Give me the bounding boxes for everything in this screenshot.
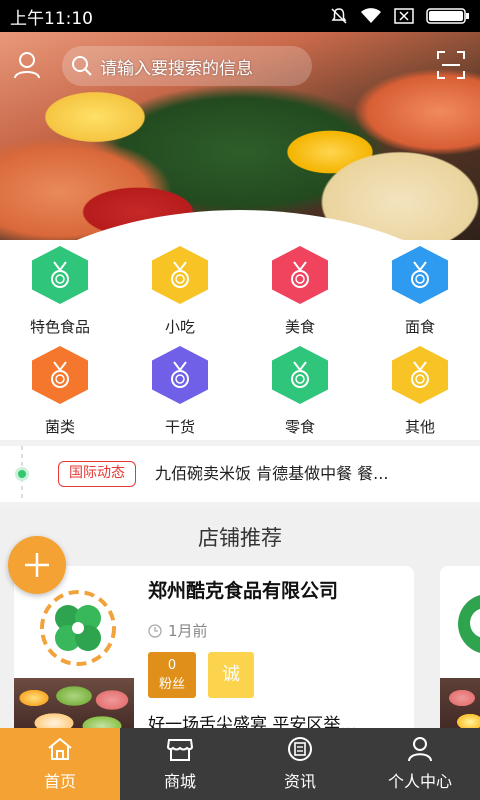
- add-button[interactable]: [8, 536, 66, 594]
- shop-icon: [166, 739, 194, 761]
- category-item[interactable]: 特色食品: [0, 240, 120, 340]
- sim-icon: [394, 8, 414, 24]
- medal-icon: [392, 246, 448, 304]
- bottom-nav: 首页 商城 资讯 个人中心: [0, 728, 480, 800]
- shop-card-partial[interactable]: [440, 566, 480, 728]
- shop-name: 郑州酷克食品有限公司: [148, 580, 339, 602]
- shop-time: 1月前: [148, 620, 208, 641]
- search-icon: [72, 56, 92, 76]
- user-icon[interactable]: [12, 50, 42, 80]
- nav-shop[interactable]: 商城: [120, 728, 240, 800]
- shop-photo: [14, 678, 134, 728]
- scan-icon[interactable]: [436, 50, 466, 80]
- nav-profile-label: 个人中心: [387, 772, 452, 791]
- clock-icon: [148, 623, 162, 638]
- news-ticker[interactable]: 国际动态 九佰碗卖米饭 肯德基做中餐 餐...: [0, 446, 480, 502]
- battery-icon: [426, 8, 469, 24]
- wifi-icon: [361, 8, 381, 23]
- category-label: 小吃: [164, 318, 195, 336]
- nav-profile[interactable]: 个人中心: [360, 728, 480, 800]
- top-bar: 请输入要搜索的信息: [0, 40, 480, 92]
- news-headline[interactable]: 九佰碗卖米饭 肯德基做中餐 餐...: [155, 460, 465, 484]
- medal-icon: [152, 246, 208, 304]
- fans-badge: 0 粉丝: [148, 652, 196, 698]
- section-title: 店铺推荐: [198, 526, 282, 550]
- medal-icon: [392, 346, 448, 404]
- medal-icon: [32, 246, 88, 304]
- fans-count: 0: [167, 658, 177, 673]
- category-item[interactable]: 其他: [360, 340, 480, 440]
- nav-home[interactable]: 首页: [0, 728, 120, 800]
- category-grid: 特色食品 小吃 美食 面食 菌类 干货 零食 其他: [0, 240, 480, 440]
- medal-icon: [32, 346, 88, 404]
- category-item[interactable]: 面食: [360, 240, 480, 340]
- search-input[interactable]: 请输入要搜索的信息: [62, 46, 312, 86]
- medal-icon: [152, 346, 208, 404]
- medal-icon: [272, 346, 328, 404]
- category-item[interactable]: 美食: [240, 240, 360, 340]
- category-label: 零食: [284, 418, 315, 436]
- timeline-dot: [15, 467, 29, 481]
- category-label: 其他: [404, 418, 435, 436]
- shop-photo: [440, 678, 480, 728]
- shop-card[interactable]: 郑州酷克食品有限公司 1月前 0 粉丝 诚 好一场舌尖盛宴 平安区举...: [14, 566, 414, 728]
- status-bar: 上午11:10: [0, 0, 480, 32]
- nav-news[interactable]: 资讯: [240, 728, 360, 800]
- category-item[interactable]: 菌类: [0, 340, 120, 440]
- category-label: 干货: [164, 418, 195, 436]
- category-item[interactable]: 小吃: [120, 240, 240, 340]
- category-label: 菌类: [44, 418, 75, 436]
- news-tag: 国际动态: [58, 461, 136, 487]
- person-icon: [408, 737, 432, 762]
- mute-icon: [331, 8, 347, 24]
- fans-label: 粉丝: [158, 677, 185, 692]
- shop-time-text: 1月前: [168, 622, 208, 640]
- home-icon: [48, 737, 72, 760]
- nav-home-label: 首页: [43, 772, 76, 791]
- nav-news-label: 资讯: [283, 772, 316, 791]
- category-item[interactable]: 零食: [240, 340, 360, 440]
- plus-icon: [25, 553, 49, 577]
- news-icon: [288, 737, 312, 761]
- shop-logo: [458, 594, 480, 654]
- integrity-badge: 诚: [208, 652, 254, 698]
- status-time: 上午11:10: [10, 8, 93, 29]
- search-placeholder: 请输入要搜索的信息: [100, 58, 253, 79]
- nav-shop-label: 商城: [163, 772, 196, 791]
- category-label: 面食: [404, 318, 435, 336]
- category-item[interactable]: 干货: [120, 340, 240, 440]
- category-label: 特色食品: [29, 318, 90, 336]
- medal-icon: [272, 246, 328, 304]
- category-label: 美食: [284, 318, 315, 336]
- shop-description: 好一场舌尖盛宴 平安区举...: [148, 715, 357, 728]
- shop-section: 店铺推荐 郑州酷克食品有限公司 1月前 0 粉丝 诚 好一场舌尖盛宴 平安区举.…: [0, 508, 480, 728]
